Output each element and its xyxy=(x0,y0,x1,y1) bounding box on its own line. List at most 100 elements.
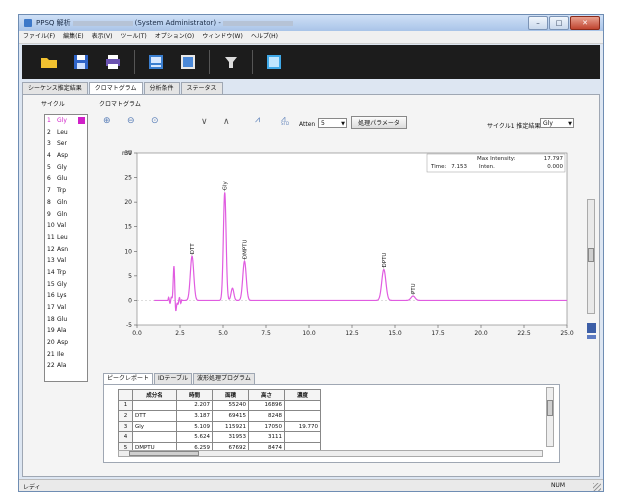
cycle-item[interactable]: 20 Asp xyxy=(45,337,87,349)
data-view-button[interactable] xyxy=(175,49,201,75)
cycle-item[interactable]: 9 Gln xyxy=(45,209,87,221)
tab-processing-program[interactable]: 波形処理プログラム xyxy=(193,373,255,384)
cycle-item[interactable]: 18 Glu xyxy=(45,314,87,326)
column-header[interactable]: 面積 xyxy=(212,389,249,401)
column-header[interactable]: 濃度 xyxy=(284,389,321,401)
chevron-up-icon[interactable]: ∧ xyxy=(223,117,230,127)
table-cell[interactable]: 69415 xyxy=(212,410,249,422)
column-header[interactable]: 時間 xyxy=(176,389,213,401)
table-cell[interactable]: DTT xyxy=(132,410,177,422)
scroll-thumb[interactable] xyxy=(588,248,594,262)
minimize-button[interactable]: – xyxy=(528,16,548,30)
cycle-item[interactable]: 10 Val xyxy=(45,220,87,232)
cycle-item[interactable]: 17 Val xyxy=(45,302,87,314)
cycle-item[interactable]: 22 Ala xyxy=(45,360,87,372)
table-vertical-scrollbar[interactable] xyxy=(546,387,554,447)
cycle-item[interactable]: 15 Gly xyxy=(45,279,87,291)
menu-file[interactable]: ファイル(F) xyxy=(19,31,59,43)
table-cell[interactable]: 1 xyxy=(118,399,133,412)
cycle-item[interactable]: 19 Ala xyxy=(45,325,87,337)
zoom-out-icon[interactable]: ⊖ xyxy=(127,116,135,126)
column-header[interactable]: 高さ xyxy=(248,389,285,401)
cycle-item[interactable]: 2 Leu xyxy=(45,127,87,139)
table-cell[interactable]: 16896 xyxy=(248,399,285,412)
scroll-thumb[interactable] xyxy=(547,400,553,416)
cycle-item[interactable]: 16 Lys xyxy=(45,290,87,302)
close-button[interactable]: ✕ xyxy=(570,16,600,30)
table-cell[interactable]: 55240 xyxy=(212,399,249,412)
menu-window[interactable]: ウィンドウ(W) xyxy=(198,31,247,43)
cycle-item[interactable]: 12 Asn xyxy=(45,244,87,256)
table-cell[interactable] xyxy=(284,410,321,422)
report-button[interactable] xyxy=(143,49,169,75)
save-button[interactable] xyxy=(68,49,94,75)
cycle-item[interactable]: 1 Gly xyxy=(45,115,87,127)
table-cell[interactable] xyxy=(284,431,321,443)
table-cell[interactable]: 3111 xyxy=(248,431,285,443)
menu-view[interactable]: 表示(V) xyxy=(88,31,117,43)
table-cell[interactable]: 3 xyxy=(118,420,133,433)
zoom-in-icon[interactable]: ⊕ xyxy=(103,116,111,126)
tab-id-table[interactable]: IDテーブル xyxy=(154,373,193,384)
table-cell[interactable]: 19.770 xyxy=(284,420,321,433)
table-cell[interactable]: 5.624 xyxy=(176,431,213,443)
title-bar[interactable]: PPSQ 解析 (System Administrator) - – □ ✕ xyxy=(19,15,603,31)
table-cell[interactable]: Gly xyxy=(132,420,177,433)
table-cell[interactable] xyxy=(132,399,177,412)
print-button[interactable] xyxy=(100,49,126,75)
table-row[interactable]: 1 2.207 55240 16896 xyxy=(118,399,321,412)
maximize-button[interactable]: □ xyxy=(549,16,569,30)
table-cell[interactable]: 5.109 xyxy=(176,420,213,433)
menu-edit[interactable]: 編集(E) xyxy=(59,31,87,43)
tab-analysis-conditions[interactable]: 分析条件 xyxy=(143,82,180,94)
std-button[interactable]: ⩘ STD xyxy=(281,114,289,126)
open-button[interactable] xyxy=(36,49,62,75)
column-header[interactable]: 成分名 xyxy=(132,389,177,401)
resize-grip[interactable] xyxy=(593,483,601,491)
chromatogram-chart[interactable]: Max Intensity: 17.797Time: 7.153 Inten. 0.00… xyxy=(103,139,585,371)
scale-icon[interactable] xyxy=(587,335,596,339)
table-cell[interactable]: 2.207 xyxy=(176,399,213,412)
table-row[interactable]: 4 5.624 31953 3111 xyxy=(118,431,321,443)
cycle-item[interactable]: 11 Leu xyxy=(45,232,87,244)
monitor-button[interactable] xyxy=(261,49,287,75)
cycle-list[interactable]: 1 Gly 2 Leu 3 Ser 4 Asp 5 Gly 6 Glu 7 Trp 8 Gln 9 Gln 10 Va… xyxy=(44,114,88,382)
table-cell[interactable] xyxy=(284,399,321,412)
table-cell[interactable] xyxy=(132,431,177,443)
menu-tools[interactable]: ツール(T) xyxy=(116,31,150,43)
table-horizontal-scrollbar[interactable] xyxy=(118,450,543,457)
cycle-item[interactable]: 7 Trp xyxy=(45,185,87,197)
filter-button[interactable] xyxy=(218,49,244,75)
table-cell[interactable]: 115921 xyxy=(212,420,249,433)
cycle-item[interactable]: 5 Gly xyxy=(45,162,87,174)
cycle-item[interactable]: 14 Trp xyxy=(45,267,87,279)
scale-icon[interactable] xyxy=(587,323,596,333)
cycle-result-select[interactable]: Gly ▼ xyxy=(540,118,574,128)
menu-help[interactable]: ヘルプ(H) xyxy=(247,31,282,43)
menu-options[interactable]: オプション(O) xyxy=(151,31,198,43)
tab-sequence-result[interactable]: シーケンス推定結果 xyxy=(22,82,88,94)
table-cell[interactable]: 8248 xyxy=(248,410,285,422)
plot-vertical-scrollbar[interactable] xyxy=(587,199,595,314)
tab-status[interactable]: ステータス xyxy=(180,82,223,94)
column-header[interactable] xyxy=(118,389,133,401)
table-row[interactable]: 3 Gly 5.109 115921 17050 19.770 xyxy=(118,420,321,433)
table-cell[interactable]: 17050 xyxy=(248,420,285,433)
overlay-icon[interactable]: ⩘ xyxy=(255,115,260,125)
cycle-item[interactable]: 13 Val xyxy=(45,255,87,267)
cycle-item[interactable]: 21 Ile xyxy=(45,349,87,361)
scroll-thumb[interactable] xyxy=(129,451,199,456)
atten-select[interactable]: 5 ▼ xyxy=(318,118,347,128)
cycle-item[interactable]: 6 Glu xyxy=(45,173,87,185)
table-cell[interactable]: 2 xyxy=(118,410,133,422)
chevron-down-icon[interactable]: ∨ xyxy=(201,117,208,127)
cycle-item[interactable]: 3 Ser xyxy=(45,138,87,150)
table-row[interactable]: 2 DTT 3.187 69415 8248 xyxy=(118,410,321,422)
cycle-item[interactable]: 8 Gln xyxy=(45,197,87,209)
cycle-item[interactable]: 4 Asp xyxy=(45,150,87,162)
table-cell[interactable]: 31953 xyxy=(212,431,249,443)
table-cell[interactable]: 4 xyxy=(118,431,133,443)
processing-parameters-button[interactable]: 処理パラメータ xyxy=(351,116,407,129)
zoom-reset-icon[interactable]: ⊙ xyxy=(151,116,159,126)
table-cell[interactable]: 3.187 xyxy=(176,410,213,422)
